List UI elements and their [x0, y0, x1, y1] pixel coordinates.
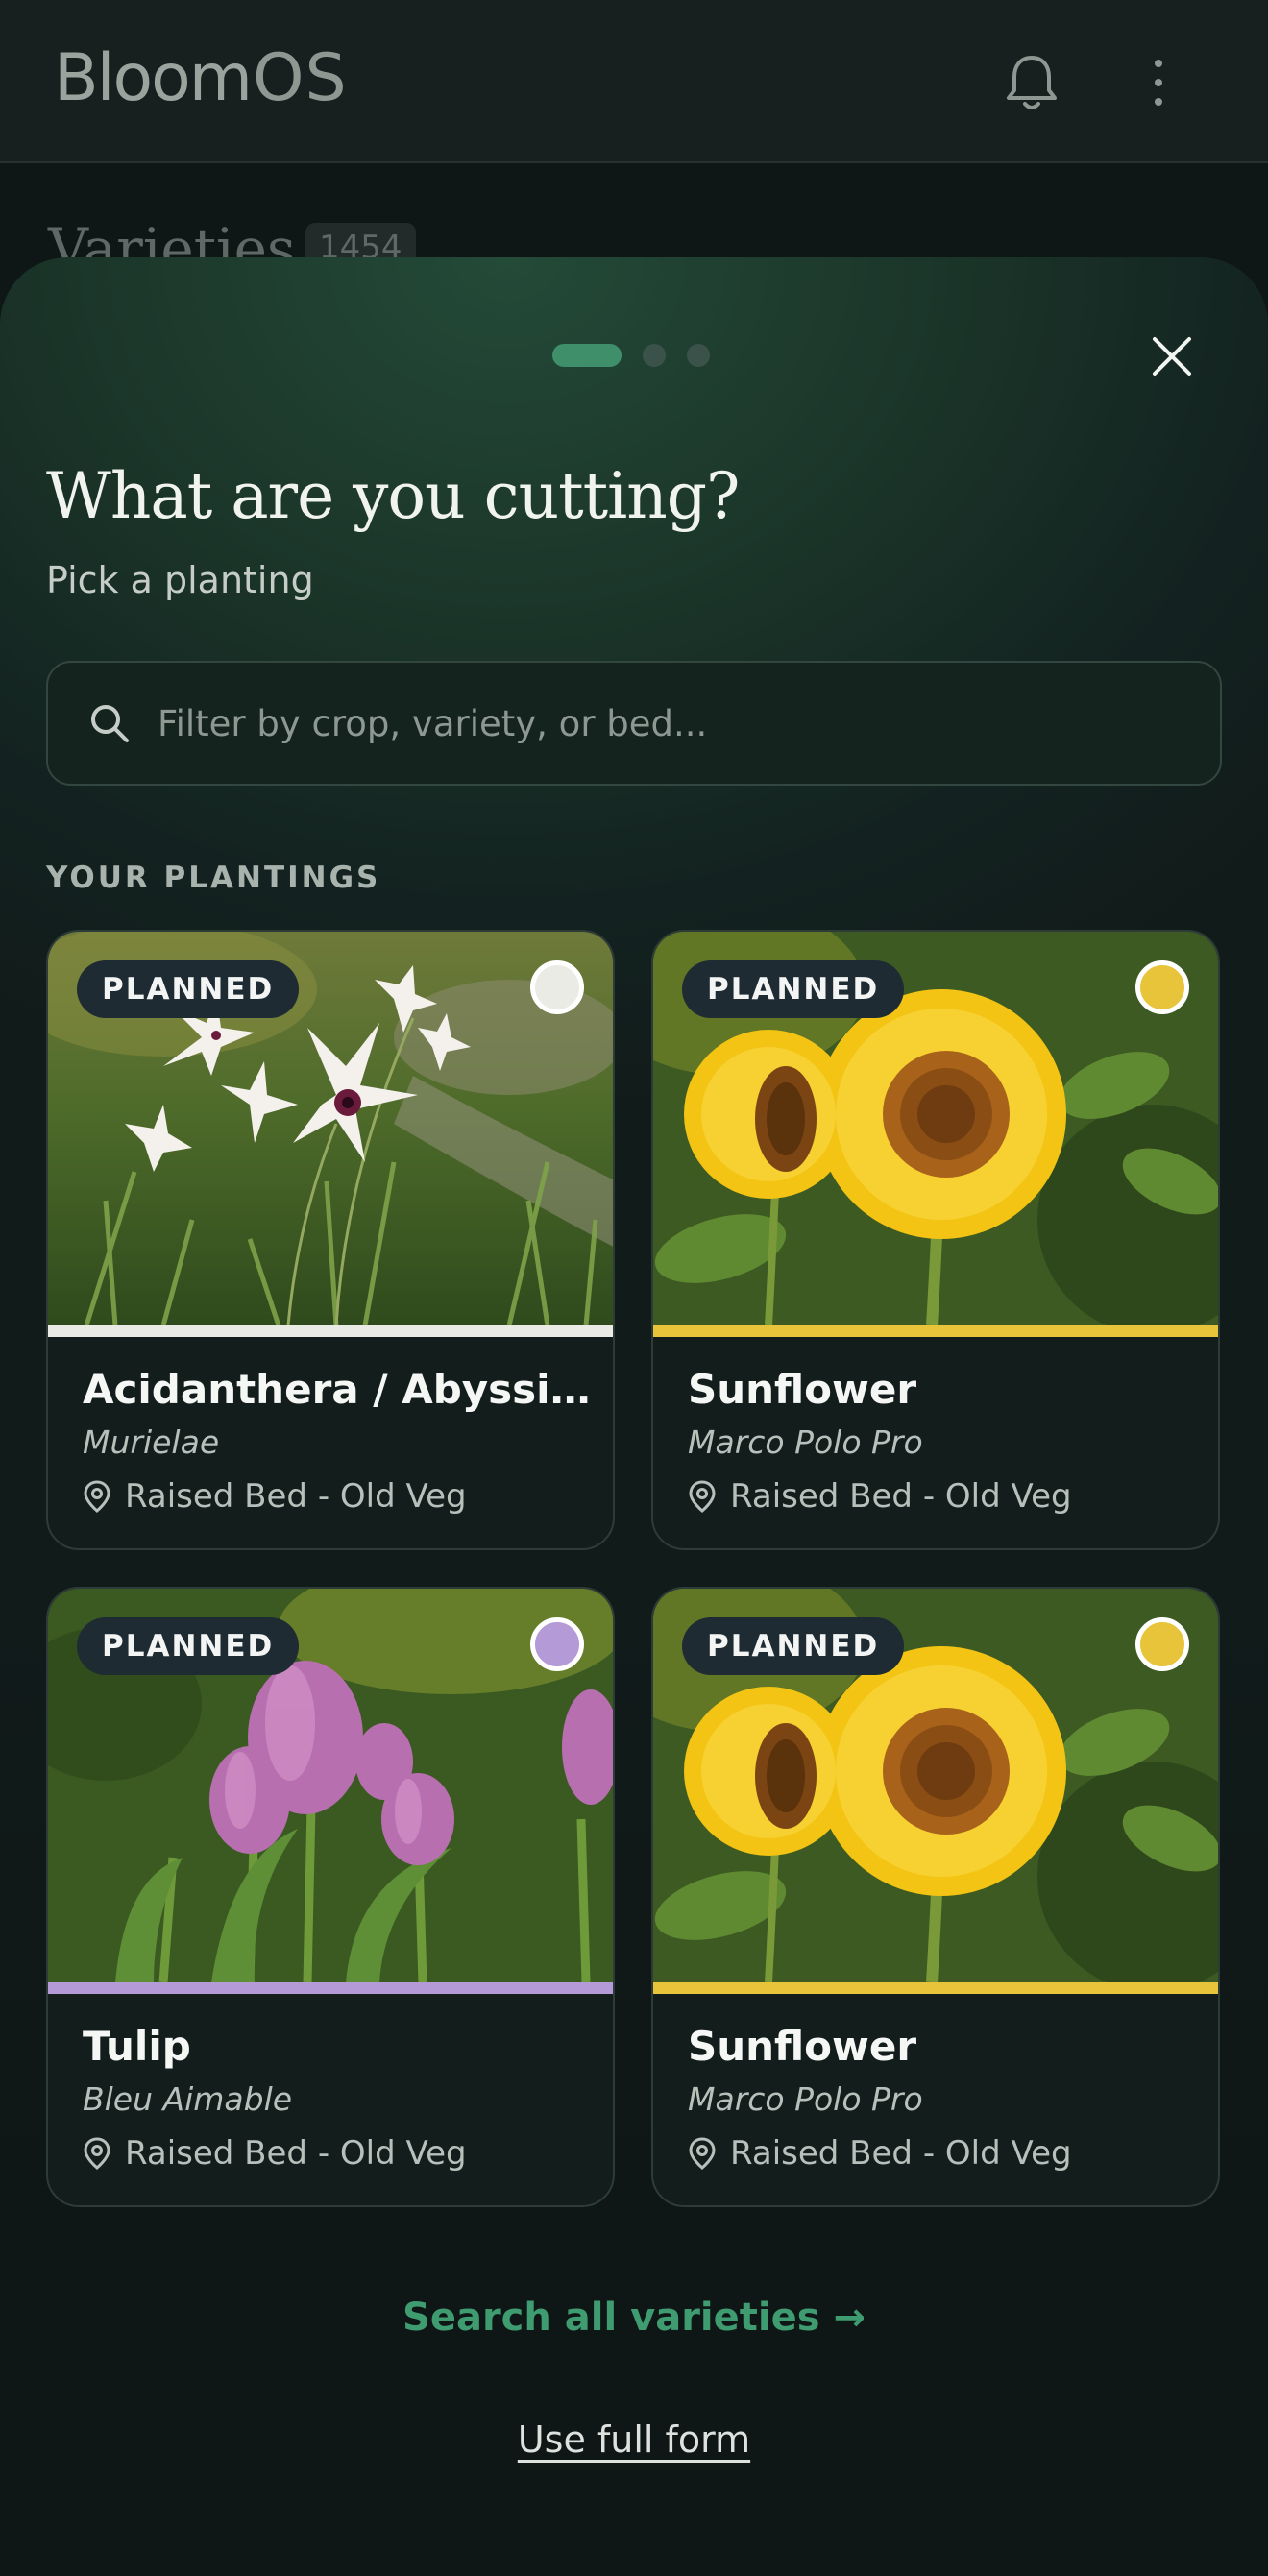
search-icon [91, 705, 129, 742]
status-badge: PLANNED [77, 1617, 300, 1675]
planting-variety: Marco Polo Pro [688, 1423, 923, 1461]
bell-icon[interactable] [997, 48, 1066, 117]
use-full-form-link[interactable]: Use full form [0, 2418, 1268, 2461]
planting-card[interactable]: PLANNED Sunflower Marco Polo Pro Raised … [651, 1587, 1220, 2207]
app-header: BloomOS [0, 0, 1268, 163]
more-vertical-icon[interactable] [1139, 54, 1178, 111]
planting-location-label: Raised Bed - Old Veg [730, 1477, 1072, 1516]
status-badge: PLANNED [682, 960, 905, 1018]
planting-picker-sheet: What are you cutting? Pick a planting YO… [0, 257, 1268, 2576]
step-dot [643, 344, 666, 367]
planting-location: Raised Bed - Old Veg [688, 2134, 1072, 2173]
planting-name: Sunflower [688, 1366, 917, 1413]
planting-color-bar [48, 1325, 613, 1337]
status-badge: PLANNED [77, 960, 300, 1018]
color-swatch [1135, 960, 1189, 1014]
planting-variety: Bleu Aimable [83, 2080, 293, 2118]
planting-card[interactable]: PLANNED Tulip Bleu Aimable Raised Bed - … [46, 1587, 615, 2207]
search-field[interactable] [46, 661, 1222, 786]
step-dot [687, 344, 710, 367]
section-label: YOUR PLANTINGS [46, 861, 381, 895]
planting-name: Sunflower [688, 2023, 917, 2070]
sheet-title: What are you cutting? [46, 459, 740, 533]
planting-card[interactable]: PLANNED Sunflower Marco Polo Pro Raised … [651, 930, 1220, 1550]
step-dot-active [552, 344, 622, 367]
search-all-varieties-link[interactable]: Search all varieties → [0, 2296, 1268, 2340]
planting-color-bar [653, 1982, 1218, 1994]
planting-card[interactable]: PLANNED Acidanthera / Abyssinian Gladiol… [46, 930, 615, 1550]
location-pin-icon [689, 1480, 716, 1513]
color-swatch [530, 960, 584, 1014]
planting-color-bar [48, 1982, 613, 1994]
planting-location-label: Raised Bed - Old Veg [125, 1477, 467, 1516]
color-swatch [530, 1617, 584, 1671]
location-pin-icon [84, 2137, 110, 2170]
planting-location: Raised Bed - Old Veg [688, 1477, 1072, 1516]
step-indicator [552, 344, 710, 367]
planting-location: Raised Bed - Old Veg [83, 2134, 467, 2173]
location-pin-icon [84, 1480, 110, 1513]
color-swatch [1135, 1617, 1189, 1671]
planting-location-label: Raised Bed - Old Veg [730, 2134, 1072, 2173]
planting-color-bar [653, 1325, 1218, 1337]
planting-variety: Murielae [83, 1423, 220, 1461]
planting-location: Raised Bed - Old Veg [83, 1477, 467, 1516]
app-logo: BloomOS [54, 40, 348, 116]
use-full-form-label: Use full form [517, 2418, 751, 2461]
search-input[interactable] [158, 663, 1220, 784]
status-badge: PLANNED [682, 1617, 905, 1675]
planting-name: Tulip [83, 2023, 191, 2070]
planting-variety: Marco Polo Pro [688, 2080, 923, 2118]
planting-location-label: Raised Bed - Old Veg [125, 2134, 467, 2173]
location-pin-icon [689, 2137, 716, 2170]
close-icon[interactable] [1149, 333, 1195, 379]
sheet-subtitle: Pick a planting [46, 559, 314, 601]
planting-name: Acidanthera / Abyssinian Gladiolus [83, 1366, 592, 1413]
